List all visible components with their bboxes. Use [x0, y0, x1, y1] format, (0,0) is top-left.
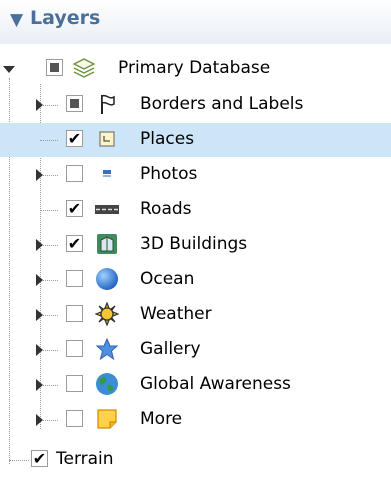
expand-arrow-icon[interactable] [36, 169, 43, 181]
checkbox-gallery[interactable] [66, 340, 83, 357]
tree-row-borders-and-labels[interactable]: Borders and Labels [0, 88, 391, 122]
tree-row-photos[interactable]: Photos [0, 158, 391, 192]
tree-item-label: Places [140, 129, 195, 149]
checkbox-photos[interactable] [66, 165, 83, 182]
checkbox-places[interactable]: ✔ [66, 130, 83, 147]
global-awareness-icon [95, 372, 119, 396]
tree-item-label: Photos [140, 164, 198, 184]
tree-row-places[interactable]: ✔ Places [0, 123, 391, 157]
buildings-icon [95, 232, 119, 256]
tree-row-ocean[interactable]: Ocean [0, 263, 391, 297]
tree-item-label: 3D Buildings [140, 234, 248, 254]
weather-sun-icon [94, 301, 120, 327]
expand-arrow-icon[interactable] [36, 239, 43, 251]
flag-icon [95, 92, 119, 116]
expand-arrow-icon[interactable] [36, 309, 43, 321]
tree-item-label: Weather [140, 304, 212, 324]
expand-arrow-icon[interactable] [3, 66, 15, 73]
expand-arrow-icon[interactable] [36, 99, 43, 111]
checkbox-borders-and-labels[interactable] [66, 95, 83, 112]
tree-connector-line [40, 140, 58, 141]
checkbox-global-awareness[interactable] [66, 375, 83, 392]
places-icon [95, 127, 119, 151]
tree-item-label: Gallery [140, 339, 201, 359]
tree-row-global-awareness[interactable]: Global Awareness [0, 368, 391, 402]
tree-row-gallery[interactable]: Gallery [0, 333, 391, 367]
tree-item-label: Roads [140, 199, 192, 219]
photos-icon [95, 162, 119, 186]
tree-row-weather[interactable]: Weather [0, 298, 391, 332]
checkbox-primary-database[interactable] [46, 59, 63, 76]
checkbox-more[interactable] [66, 410, 83, 427]
tree-item-label: Primary Database [118, 58, 271, 78]
checkbox-ocean[interactable] [66, 270, 83, 287]
tree-row-3d-buildings[interactable]: ✔ 3D Buildings [0, 228, 391, 262]
tree-item-label: Global Awareness [140, 374, 291, 394]
roads-icon [95, 197, 119, 221]
tree-row-roads[interactable]: ✔ Roads [0, 193, 391, 227]
tree-item-label: Ocean [140, 269, 195, 289]
tree-item-label: Borders and Labels [140, 94, 304, 114]
tree-row-primary-database[interactable]: Primary Database [0, 52, 391, 86]
checkbox-3d-buildings[interactable]: ✔ [66, 235, 83, 252]
tree-connector-line [40, 210, 58, 211]
more-note-icon [95, 407, 119, 431]
expand-arrow-icon[interactable] [36, 344, 43, 356]
expand-arrow-icon[interactable] [36, 414, 43, 426]
tree-row-terrain[interactable]: ✔ Terrain [0, 443, 391, 477]
checkbox-weather[interactable] [66, 305, 83, 322]
checkbox-roads[interactable]: ✔ [66, 200, 83, 217]
tree-item-label: More [140, 409, 183, 429]
gallery-star-icon [95, 337, 119, 361]
expand-arrow-icon[interactable] [36, 379, 43, 391]
tree-item-label: Terrain [56, 449, 114, 469]
ocean-globe-icon [95, 267, 119, 291]
database-layers-icon [72, 56, 96, 80]
tree-connector-line [9, 460, 29, 461]
expand-arrow-icon[interactable] [36, 274, 43, 286]
checkbox-terrain[interactable]: ✔ [31, 450, 48, 467]
layers-tree: Primary Database Borders and Labels ✔ Plac… [0, 0, 391, 474]
tree-row-more[interactable]: More [0, 403, 391, 437]
